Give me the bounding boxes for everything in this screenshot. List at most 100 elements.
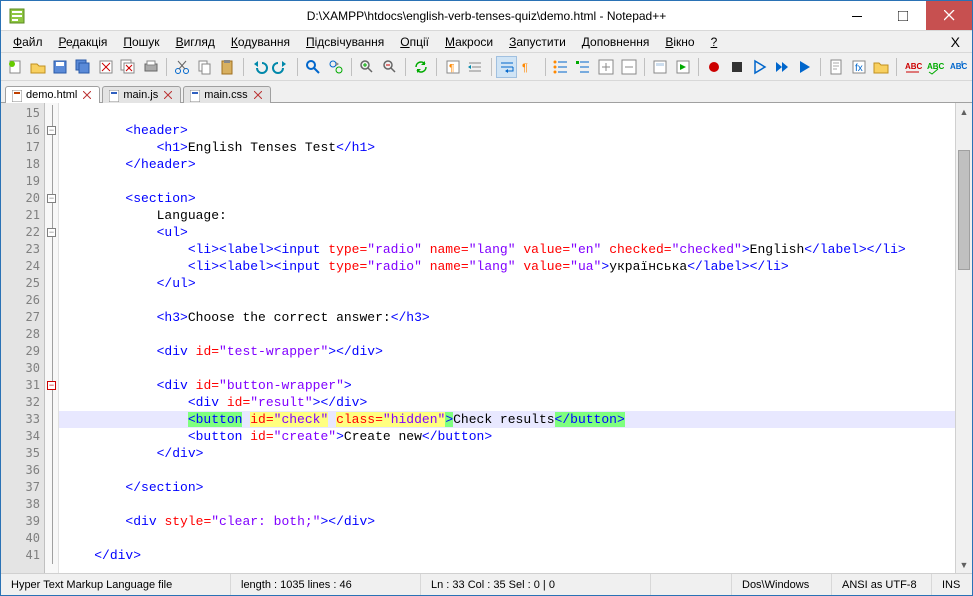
wrap-button[interactable]	[496, 56, 517, 78]
scroll-thumb[interactable]	[958, 150, 970, 270]
menu-вікно[interactable]: Вікно	[659, 33, 700, 51]
abc2-button[interactable]: ABC	[925, 56, 946, 78]
menu-кодування[interactable]: Кодування	[225, 33, 296, 51]
code-line[interactable]	[59, 360, 955, 377]
print-button[interactable]	[140, 56, 161, 78]
abc3-button[interactable]: ABC	[947, 56, 968, 78]
code-line[interactable]: <h1>English Tenses Test</h1>	[59, 139, 955, 156]
fold-marker[interactable]	[45, 411, 58, 428]
fold-marker[interactable]	[45, 207, 58, 224]
play-button[interactable]	[749, 56, 770, 78]
dir-button[interactable]	[672, 56, 693, 78]
code-area[interactable]: <header> <h1>English Tenses Test</h1> </…	[59, 103, 955, 573]
fold-marker[interactable]	[45, 258, 58, 275]
menu-опції[interactable]: Опції	[394, 33, 435, 51]
code-line[interactable]	[59, 496, 955, 513]
menu-доповнення[interactable]: Доповнення	[576, 33, 656, 51]
play2-button[interactable]	[794, 56, 815, 78]
code-line[interactable]: Language:	[59, 207, 955, 224]
list2-button[interactable]	[573, 56, 594, 78]
fold-marker[interactable]	[45, 241, 58, 258]
mdi-close-button[interactable]: X	[945, 34, 966, 50]
save-button[interactable]	[50, 56, 71, 78]
fold-marker[interactable]	[45, 360, 58, 377]
fold-marker[interactable]	[45, 156, 58, 173]
redo-button[interactable]	[271, 56, 292, 78]
folder-button[interactable]	[871, 56, 892, 78]
zoom-out-button[interactable]	[379, 56, 400, 78]
close-button[interactable]	[926, 1, 972, 30]
fold-marker[interactable]: −	[45, 122, 58, 139]
hide-button[interactable]	[650, 56, 671, 78]
minimize-button[interactable]	[834, 1, 880, 30]
menu-макроси[interactable]: Макроси	[439, 33, 499, 51]
vertical-scrollbar[interactable]: ▲ ▼	[955, 103, 972, 573]
code-line[interactable]: </header>	[59, 156, 955, 173]
fast-button[interactable]	[772, 56, 793, 78]
fold-marker[interactable]	[45, 496, 58, 513]
close-button[interactable]	[95, 56, 116, 78]
code-line[interactable]	[59, 173, 955, 190]
menu-підсвічування[interactable]: Підсвічування	[300, 33, 390, 51]
fold-column[interactable]: −−−−	[45, 103, 59, 573]
sync-button[interactable]	[411, 56, 432, 78]
fold-marker[interactable]	[45, 394, 58, 411]
menu-?[interactable]: ?	[705, 33, 724, 51]
open-button[interactable]	[28, 56, 49, 78]
editor[interactable]: 1516171819202122232425262728293031323334…	[1, 103, 972, 573]
fold-marker[interactable]	[45, 428, 58, 445]
scroll-down-button[interactable]: ▼	[956, 556, 972, 573]
stop-button[interactable]	[726, 56, 747, 78]
code-line[interactable]: <h3>Choose the correct answer:</h3>	[59, 309, 955, 326]
menu-пошук[interactable]: Пошук	[117, 33, 165, 51]
code-line[interactable]: <button id="check" class="hidden">Check …	[59, 411, 955, 428]
fold-marker[interactable]	[45, 530, 58, 547]
file-tab-demo-html[interactable]: demo.html	[5, 86, 100, 103]
unfold-button[interactable]	[618, 56, 639, 78]
file-tab-main-js[interactable]: main.js	[102, 86, 181, 103]
menu-редакція[interactable]: Редакція	[53, 33, 114, 51]
fold-marker[interactable]	[45, 445, 58, 462]
code-line[interactable]: <div id="test-wrapper"></div>	[59, 343, 955, 360]
fold-marker[interactable]	[45, 513, 58, 530]
tab-close-icon[interactable]	[252, 89, 264, 101]
fold-marker[interactable]	[45, 479, 58, 496]
menu-запустити[interactable]: Запустити	[503, 33, 572, 51]
wrap2-button[interactable]: ¶	[519, 56, 540, 78]
rec-button[interactable]	[704, 56, 725, 78]
scroll-up-button[interactable]: ▲	[956, 103, 972, 120]
file-tab-main-css[interactable]: main.css	[183, 86, 270, 103]
maximize-button[interactable]	[880, 1, 926, 30]
fold-marker[interactable]	[45, 343, 58, 360]
code-line[interactable]	[59, 292, 955, 309]
code-line[interactable]	[59, 105, 955, 122]
code-line[interactable]: <div id="button-wrapper">	[59, 377, 955, 394]
fold-marker[interactable]: −	[45, 190, 58, 207]
replace-button[interactable]	[325, 56, 346, 78]
fold-marker[interactable]: −	[45, 377, 58, 394]
code-line[interactable]: <section>	[59, 190, 955, 207]
close-all-button[interactable]	[118, 56, 139, 78]
ws-button[interactable]: ¶	[442, 56, 463, 78]
save-all-button[interactable]	[73, 56, 94, 78]
new-button[interactable]	[5, 56, 26, 78]
code-line[interactable]: </div>	[59, 445, 955, 462]
undo-button[interactable]	[249, 56, 270, 78]
list1-button[interactable]	[551, 56, 572, 78]
code-line[interactable]: <li><label><input type="radio" name="lan…	[59, 258, 955, 275]
tab-close-icon[interactable]	[81, 89, 93, 101]
code-line[interactable]	[59, 530, 955, 547]
fold-marker[interactable]	[45, 275, 58, 292]
func-button[interactable]: fx	[848, 56, 869, 78]
fold-marker[interactable]	[45, 292, 58, 309]
fold-marker[interactable]	[45, 105, 58, 122]
code-line[interactable]: <button id="create">Create new</button>	[59, 428, 955, 445]
code-line[interactable]: <header>	[59, 122, 955, 139]
code-line[interactable]: </div>	[59, 547, 955, 564]
fold-button[interactable]	[596, 56, 617, 78]
code-line[interactable]: <ul>	[59, 224, 955, 241]
code-line[interactable]: <div style="clear: both;"></div>	[59, 513, 955, 530]
find-button[interactable]	[303, 56, 324, 78]
code-line[interactable]	[59, 462, 955, 479]
code-line[interactable]: <li><label><input type="radio" name="lan…	[59, 241, 955, 258]
